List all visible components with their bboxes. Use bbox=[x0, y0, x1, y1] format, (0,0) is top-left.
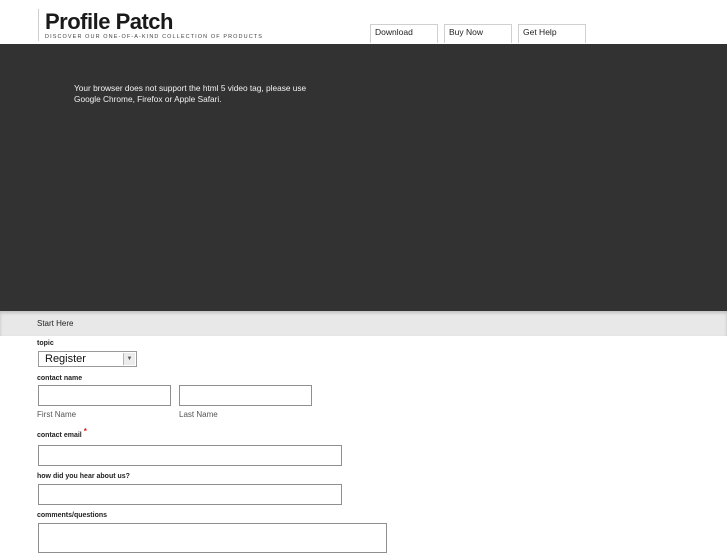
brand-tagline: Discover our one-of-a-kind collection of… bbox=[45, 34, 263, 40]
nav-get-help[interactable]: Get Help bbox=[518, 24, 586, 43]
first-name-field[interactable] bbox=[38, 385, 171, 406]
chevron-down-icon[interactable]: ▼ bbox=[123, 353, 135, 365]
topic-select-value: Register bbox=[45, 353, 86, 365]
brand-divider bbox=[38, 9, 39, 41]
video-fallback-message: Your browser does not support the html 5… bbox=[74, 83, 307, 104]
required-marker: * bbox=[83, 427, 87, 436]
hear-about-label: how did you hear about us? bbox=[37, 473, 130, 480]
contact-email-label-text: contact email bbox=[37, 432, 82, 439]
last-name-hint: Last Name bbox=[179, 410, 218, 419]
section-title: Start Here bbox=[37, 319, 74, 328]
nav-download[interactable]: Download bbox=[370, 24, 438, 43]
brand-title[interactable]: Profile Patch bbox=[45, 9, 173, 35]
contact-email-field[interactable] bbox=[38, 445, 342, 466]
topic-select[interactable]: Register ▼ bbox=[38, 351, 137, 367]
section-header: Start Here bbox=[0, 311, 727, 336]
nav-buy-now[interactable]: Buy Now bbox=[444, 24, 512, 43]
hear-about-field[interactable] bbox=[38, 484, 342, 505]
contact-name-label: contact name bbox=[37, 375, 83, 382]
first-name-hint: First Name bbox=[37, 410, 77, 419]
site-header: Profile Patch Discover our one-of-a-kind… bbox=[0, 0, 727, 44]
comments-label: comments/questions bbox=[37, 512, 108, 519]
comments-textarea[interactable] bbox=[38, 523, 387, 553]
last-name-field[interactable] bbox=[179, 385, 312, 406]
topic-label: topic bbox=[37, 340, 54, 347]
video-player[interactable]: Your browser does not support the html 5… bbox=[0, 44, 727, 311]
contact-email-label: contact email * bbox=[37, 427, 87, 439]
